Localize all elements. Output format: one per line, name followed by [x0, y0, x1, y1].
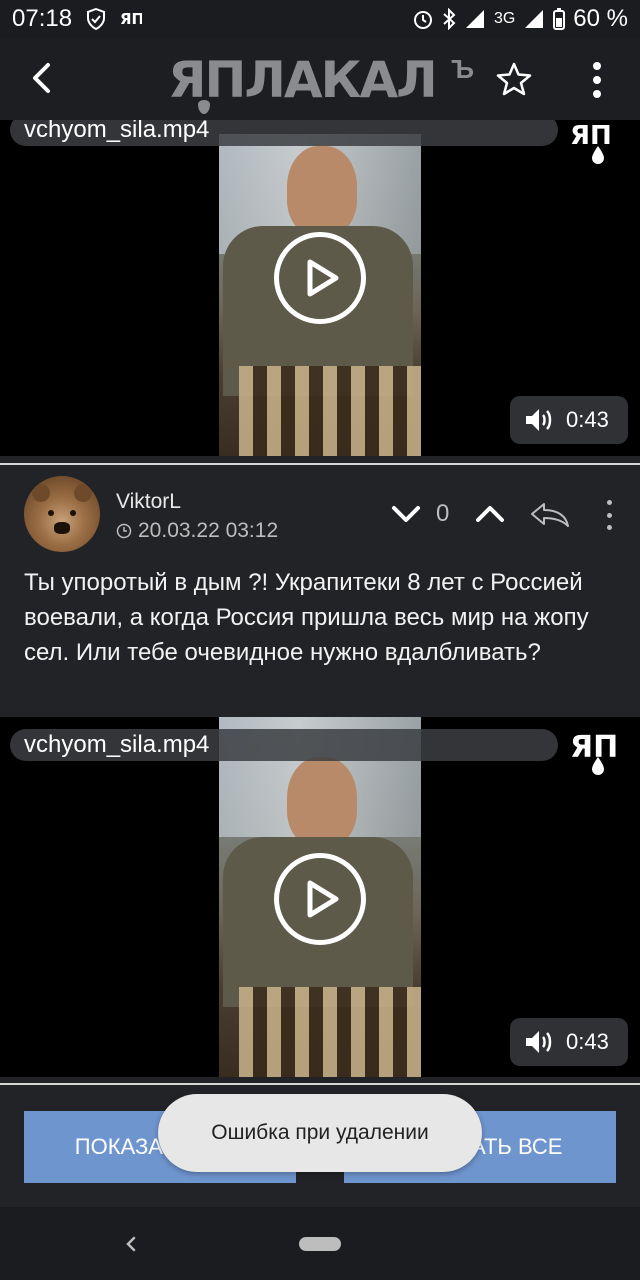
volume-duration-badge[interactable]: 0:43 — [510, 396, 628, 444]
video-player-bottom[interactable]: vchyom_sila.mp4 ЯП 0:43 — [0, 717, 640, 1077]
nav-home-pill[interactable] — [299, 1237, 341, 1251]
play-button[interactable] — [274, 853, 366, 945]
play-button[interactable] — [274, 232, 366, 324]
divider — [0, 463, 640, 465]
signal-icon — [523, 9, 545, 29]
vote-up-button[interactable] — [474, 502, 506, 526]
alarm-icon — [412, 8, 434, 30]
video-player-top[interactable]: vchyom_sila.mp4 ЯП 0:43 — [0, 120, 640, 456]
play-icon — [307, 880, 339, 918]
bluetooth-icon — [442, 8, 456, 30]
yap-badge-text: ЯП — [570, 730, 618, 765]
back-button[interactable] — [22, 58, 62, 98]
back-arrow-icon — [33, 63, 50, 93]
video-filename: vchyom_sila.mp4 — [24, 120, 210, 143]
vote-down-button[interactable] — [390, 502, 422, 526]
chevron-down-icon — [392, 506, 420, 522]
more-vertical-icon — [593, 62, 601, 70]
vote-count: 0 — [436, 500, 450, 527]
star-icon — [496, 62, 532, 96]
avatar-eye — [48, 510, 54, 516]
reply-button[interactable] — [528, 500, 572, 530]
signal-icon — [464, 9, 486, 29]
yap-badge-text: ЯП — [570, 121, 612, 151]
error-toast: Ошибка при удалении — [158, 1094, 482, 1172]
app-screen: 07:18 ЯП 3G 60 % ЯПЛАКАЛ Ъ vchyom_sila.m… — [0, 0, 640, 1280]
avatar-nose — [54, 522, 70, 534]
site-logo[interactable]: ЯПЛАКАЛ Ъ — [168, 52, 474, 114]
chevron-up-icon — [476, 506, 504, 522]
status-bar: 07:18 ЯП 3G 60 % — [0, 0, 640, 38]
volume-icon — [526, 1031, 552, 1053]
avatar[interactable] — [24, 476, 100, 552]
svg-text:ЯП: ЯП — [120, 10, 142, 28]
video-duration: 0:43 — [566, 1029, 609, 1054]
yap-badge: ЯП — [570, 120, 630, 168]
divider — [0, 1083, 640, 1085]
more-dot — [593, 90, 601, 98]
logo-superscript: Ъ — [451, 54, 474, 84]
avatar-ear — [74, 484, 92, 502]
yap-notification-icon: ЯП — [120, 9, 142, 29]
yap-badge: ЯП — [570, 727, 630, 775]
thumb-head — [287, 757, 357, 847]
reply-icon — [531, 503, 569, 527]
app-bar: ЯПЛАКАЛ Ъ — [0, 38, 640, 120]
clock-icon — [116, 523, 132, 539]
video-filename: vchyom_sila.mp4 — [24, 731, 210, 758]
shield-icon — [86, 8, 106, 30]
status-time: 07:18 — [12, 5, 73, 32]
more-vertical-icon — [606, 500, 612, 505]
comment-author[interactable]: ViktorL — [116, 490, 181, 514]
comment-more-button[interactable] — [602, 500, 616, 530]
timestamp-text: 20.03.22 03:12 — [138, 519, 279, 542]
volume-icon — [526, 409, 552, 431]
nav-back-icon[interactable] — [120, 1229, 140, 1259]
avatar-ear — [32, 484, 50, 502]
more-dot — [606, 512, 612, 518]
comment-body: Ты упоротый в дым ?! Украпитеки 8 лет с … — [24, 569, 589, 666]
thumb-chessboard — [239, 366, 421, 456]
logo-drop-icon — [198, 100, 210, 114]
play-icon — [307, 259, 339, 297]
thumb-head — [287, 146, 357, 236]
thumb-chessboard — [239, 987, 421, 1077]
volume-duration-badge[interactable]: 0:43 — [510, 1018, 628, 1066]
avatar-eye — [70, 510, 76, 516]
comment-timestamp: 20.03.22 03:12 — [116, 519, 278, 543]
more-options-button[interactable] — [580, 58, 614, 102]
video-duration: 0:43 — [566, 407, 609, 432]
battery-icon — [553, 8, 566, 30]
battery-level: 60 % — [573, 5, 628, 32]
network-type: 3G — [493, 10, 516, 27]
more-dot — [606, 525, 612, 530]
favorite-button[interactable] — [494, 60, 534, 100]
more-dot — [593, 76, 601, 84]
